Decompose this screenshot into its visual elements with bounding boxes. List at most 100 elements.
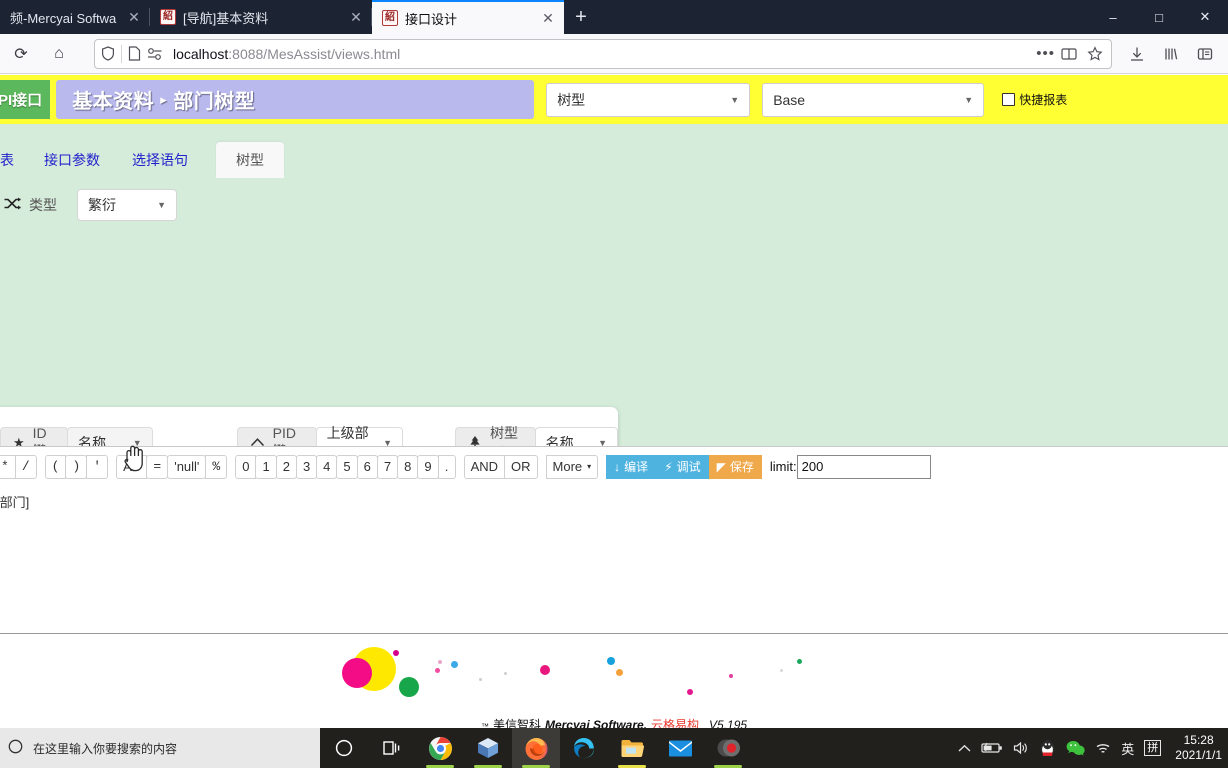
home-icon[interactable]: ⌂ — [42, 38, 76, 70]
dot — [797, 659, 802, 664]
debug-button[interactable]: ⚡ 调试 — [656, 454, 709, 479]
sql-btn-3[interactable]: 3 — [295, 454, 318, 479]
sql-btn-7[interactable]: 7 — [376, 454, 399, 479]
sidebar-icon[interactable] — [1190, 39, 1220, 69]
tab-select-statement[interactable]: 选择语句 — [116, 142, 204, 178]
taskbar-clock[interactable]: 15:28 2021/1/1 — [1171, 733, 1224, 763]
volume-icon[interactable] — [1013, 741, 1029, 755]
type-value: 繁衍 — [88, 197, 116, 213]
chrome-icon[interactable] — [416, 728, 464, 768]
type-select[interactable]: 繁衍 ▼ — [77, 189, 177, 221]
battery-icon[interactable] — [981, 742, 1003, 754]
quick-report-checkbox[interactable]: 快捷报表 — [1002, 91, 1067, 108]
permissions-icon[interactable] — [147, 47, 163, 61]
sql-btn-5[interactable]: 5 — [336, 454, 358, 479]
sql-btn-2[interactable]: 2 — [275, 454, 297, 479]
limit-value: 200 — [801, 459, 824, 474]
dot — [540, 665, 550, 675]
mail-icon[interactable] — [656, 728, 704, 768]
browser-navbar: ⟳ ⌂ localhost:8088/MesAssist/views.html … — [0, 34, 1228, 74]
limit-input[interactable]: 200 — [796, 454, 931, 479]
downloads-icon[interactable] — [1122, 39, 1152, 69]
tab-table[interactable]: 表 — [0, 142, 28, 178]
close-window-button[interactable]: ✕ — [1182, 0, 1228, 34]
qq-icon[interactable] — [1039, 739, 1056, 757]
sql-btn-and[interactable]: AND — [463, 454, 506, 479]
sql-btn-0[interactable]: 0 — [235, 454, 257, 479]
dot — [780, 669, 783, 672]
reader-icon[interactable] — [1061, 47, 1077, 61]
cortana-icon[interactable] — [320, 728, 368, 768]
ime-mode-indicator[interactable]: 拼 — [1144, 740, 1162, 756]
view-type-select[interactable]: 树型 ▼ — [546, 82, 751, 117]
tab-close-icon[interactable]: ✕ — [346, 7, 366, 27]
type-group: 类型 繁衍 ▼ — [0, 189, 177, 221]
sql-editor-text: [部门] — [0, 495, 30, 510]
browser-tab-2[interactable]: 紹 [导航]基本资料 ✕ — [150, 0, 372, 34]
sql-btn-8[interactable]: 8 — [397, 454, 419, 479]
dot — [687, 689, 693, 695]
compile-label: 编译 — [624, 460, 649, 474]
sql-btn-slash[interactable]: / — [14, 454, 37, 479]
sql-btn-4[interactable]: 4 — [316, 454, 338, 479]
browser-tab-1[interactable]: 频-Mercyai Software ✕ — [0, 0, 150, 34]
chevron-down-icon: ▾ — [587, 462, 592, 471]
debug-label: 调试 — [676, 460, 701, 474]
sql-btn-quote[interactable]: ' — [86, 454, 109, 479]
sql-more-button[interactable]: More ▾ — [545, 454, 599, 479]
sql-btn-6[interactable]: 6 — [356, 454, 378, 479]
file-explorer-icon[interactable] — [608, 728, 656, 768]
more-dots-icon[interactable]: ••• — [1036, 45, 1055, 62]
sql-btn-close-paren[interactable]: ) — [65, 454, 88, 479]
ime-language-indicator[interactable]: 英 — [1121, 739, 1134, 758]
sql-editor[interactable]: [部门] — [0, 486, 1228, 634]
bookmark-star-icon[interactable] — [1083, 45, 1105, 62]
compile-button[interactable]: ↓ 编译 — [606, 454, 657, 479]
task-view-icon[interactable] — [368, 728, 416, 768]
tab-interface-params[interactable]: 接口参数 — [28, 142, 116, 178]
tab-close-icon[interactable]: ✕ — [124, 7, 144, 27]
clock-time: 15:28 — [1183, 733, 1214, 747]
sql-btn-null[interactable]: 'null' — [167, 454, 207, 479]
api-badge[interactable]: PI接口 — [0, 80, 51, 119]
sql-group-brackets: ( ) ' — [44, 454, 109, 479]
window-controls: – □ ✕ — [1090, 0, 1228, 34]
library-icon[interactable] — [1156, 39, 1186, 69]
sql-group-digits: 0 1 2 3 4 5 6 7 8 9 . — [235, 454, 456, 479]
sql-btn-star[interactable]: * — [0, 454, 16, 479]
checkbox-box[interactable] — [1002, 93, 1016, 106]
url-host: localhost — [173, 45, 229, 62]
firefox-icon[interactable] — [512, 728, 560, 768]
sql-btn-9[interactable]: 9 — [417, 454, 439, 479]
sql-btn-percent[interactable]: % — [205, 454, 228, 479]
recorder-icon[interactable] — [704, 728, 752, 768]
designer-tabs: 表 接口参数 选择语句 树型 — [0, 124, 1228, 178]
tab-close-icon[interactable]: ✕ — [538, 8, 558, 28]
save-button[interactable]: ◤ 保存 — [708, 454, 762, 479]
url-bar[interactable]: localhost:8088/MesAssist/views.html ••• — [94, 38, 1112, 69]
sql-btn-equals[interactable]: = — [146, 454, 169, 479]
reload-icon[interactable]: ⟳ — [4, 38, 38, 70]
maximize-button[interactable]: □ — [1136, 0, 1182, 34]
sql-more-label: More — [552, 459, 583, 474]
minimize-button[interactable]: – — [1090, 0, 1136, 34]
taskbar-search[interactable]: 在这里输入你要搜索的内容 — [0, 728, 320, 768]
new-tab-button[interactable]: + — [564, 0, 598, 34]
chevron-up-icon[interactable] — [958, 744, 971, 753]
tab-tree-type[interactable]: 树型 — [216, 142, 284, 178]
wifi-icon[interactable] — [1095, 742, 1111, 755]
database-select[interactable]: Base ▼ — [762, 82, 985, 117]
sql-btn-1[interactable]: 1 — [255, 454, 277, 479]
blue-cube-icon[interactable] — [464, 728, 512, 768]
sql-btn-or[interactable]: OR — [504, 454, 538, 479]
url-text[interactable]: localhost:8088/MesAssist/views.html — [169, 46, 1030, 62]
edge-icon[interactable] — [560, 728, 608, 768]
web-page: PI接口 基本资料 ▸ 部门树型 树型 ▼ Base ▼ 快捷报表 表 接口参数… — [0, 75, 1228, 728]
shield-icon[interactable] — [101, 46, 115, 61]
wechat-icon[interactable] — [1066, 740, 1085, 756]
view-type-value: 树型 — [557, 91, 586, 108]
sql-btn-dot[interactable]: . — [437, 454, 456, 479]
sql-btn-open-paren[interactable]: ( — [44, 454, 67, 479]
browser-tab-3-active[interactable]: 紹 接口设计 ✕ — [372, 0, 564, 34]
sql-toolbar: * / ( ) ' AS = 'null' % 0 1 2 3 4 5 6 — [0, 446, 1228, 486]
